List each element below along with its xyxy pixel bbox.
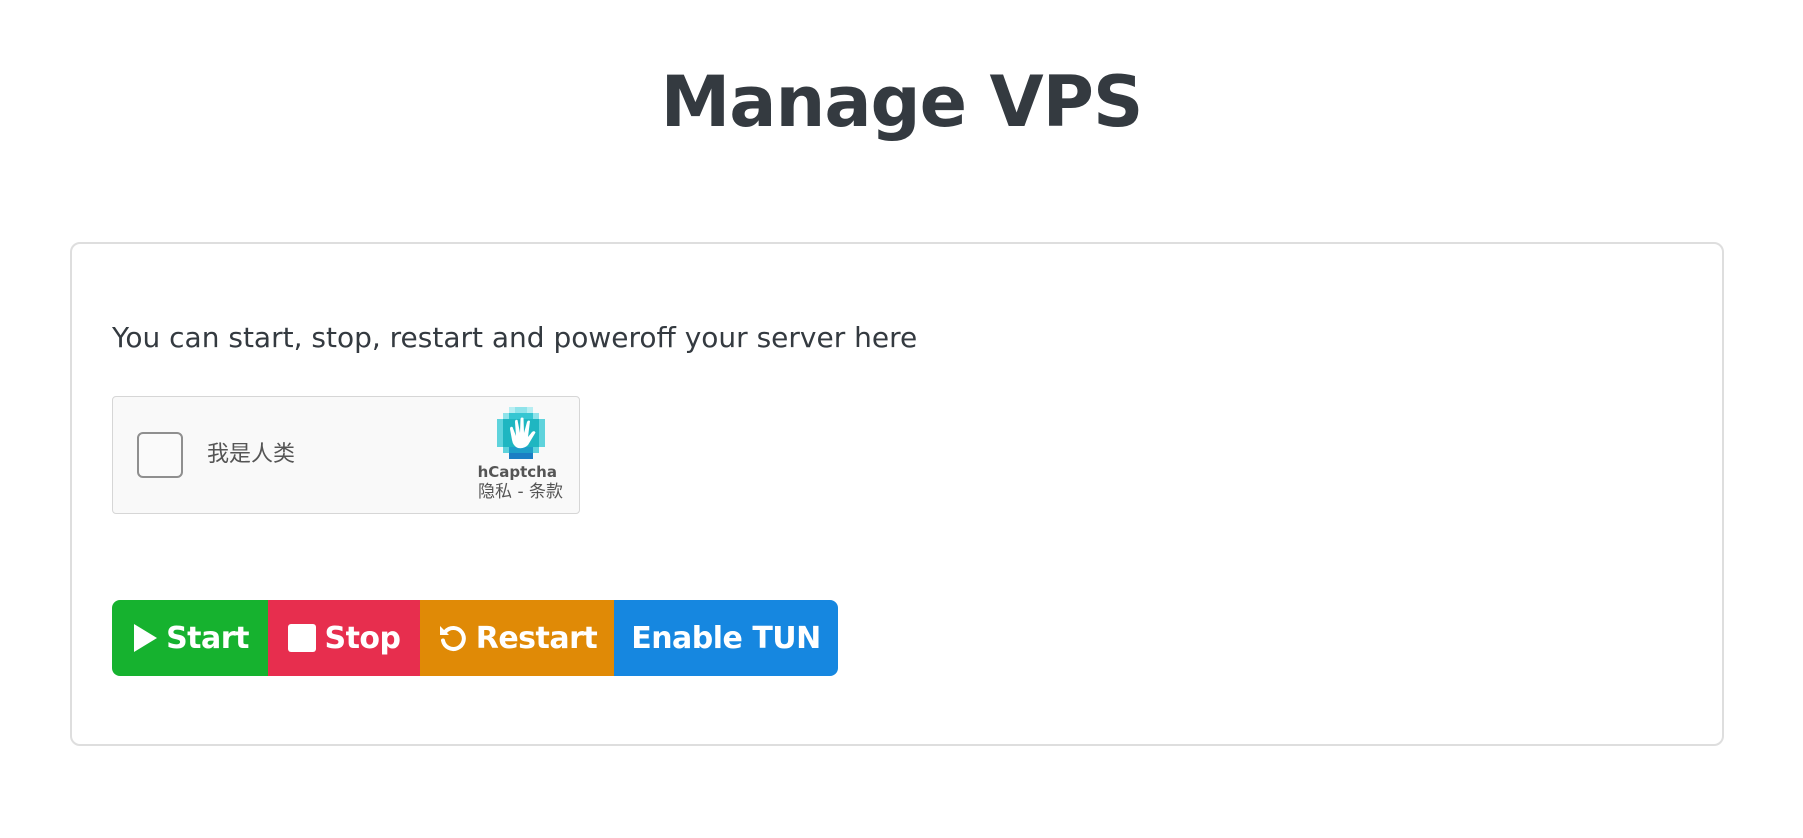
captcha-checkbox[interactable] [137,432,183,478]
hcaptcha-brand: hCaptcha [477,463,557,481]
restart-button-label: Restart [475,620,598,656]
captcha-label: 我是人类 [207,442,296,467]
start-button-label: Start [166,620,249,656]
page-title: Manage VPS [660,61,1144,143]
play-icon [131,622,159,654]
enable-tun-button-label: Enable TUN [631,620,821,656]
captcha-privacy-link[interactable]: 隐私 [478,482,512,502]
vps-control-card: You can start, stop, restart and powerof… [70,242,1724,746]
start-button[interactable]: Start [112,600,268,676]
intro-text: You can start, stop, restart and powerof… [112,321,918,354]
hcaptcha-hand-icon [497,407,545,459]
captcha-links: 隐私 - 条款 [478,481,563,503]
captcha-link-separator: - [512,482,529,502]
captcha-terms-link[interactable]: 条款 [529,482,563,502]
stop-button-label: Stop [324,620,401,656]
server-action-buttons: Start Stop Restart Enable TUN [112,600,838,676]
rotate-ccw-icon [437,622,469,654]
hcaptcha-widget: 我是人类 hCaptcha 隐私 - 条款 [112,396,580,514]
stop-square-icon [287,623,317,653]
enable-tun-button[interactable]: Enable TUN [614,600,838,676]
stop-button[interactable]: Stop [268,600,420,676]
restart-button[interactable]: Restart [420,600,614,676]
